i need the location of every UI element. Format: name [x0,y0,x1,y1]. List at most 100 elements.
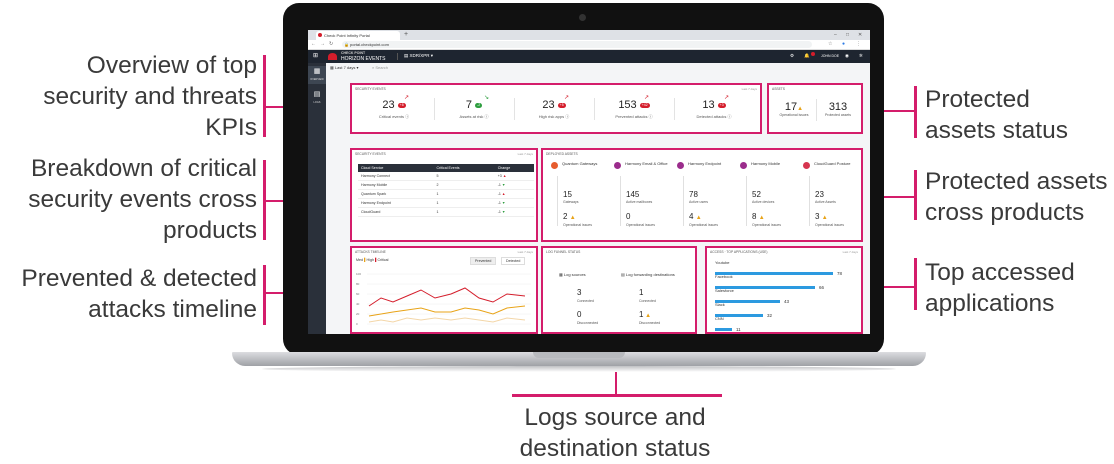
profile-icon[interactable]: ● [842,40,845,49]
avatar-icon[interactable]: ◉ [845,53,849,59]
table-row[interactable]: Harmony Connect 5 +3 ▲ [358,172,534,181]
trend-arrow-icon: ↗ [564,95,570,101]
table-row[interactable]: Harmony Mobile 2 -1 ▼ [358,180,534,190]
card-title: ACCESS · TOP APPLICATIONS (USE) [710,250,768,254]
issues-label: Operational issues [563,223,592,227]
close-icon[interactable]: ✕ [858,30,862,40]
bell-icon[interactable]: 🔔 [804,53,810,59]
user-name[interactable]: JOHN DOE [821,54,839,58]
change-cell: -1 ▼ [494,198,534,208]
product-count: 145 [626,190,640,199]
info-icon: ⓘ [484,114,489,119]
product-name: CloudGuard Posture [814,161,851,166]
kpi-tile[interactable]: ↗ 23 +5 High risk apps ⓘ [520,95,588,120]
trend-arrow-icon: ↘ [484,95,490,101]
y-axis: 100 80 60 40 20 0 [356,272,361,326]
product-icon [677,162,684,169]
browser-tab[interactable]: Check Point Infinity Portal [316,31,400,40]
kpi-tile[interactable]: ↗ 13 +3 Detected attacks ⓘ [680,95,748,120]
info-icon: ⓘ [565,114,570,119]
change-value: -1 [497,210,501,214]
minimize-icon[interactable]: – [834,30,837,40]
kpi-tile[interactable]: ↗ 23 +8 Critical events ⓘ [360,95,428,120]
events-cell: 1 [433,207,495,217]
log-sources-label: ▦ Log sources [559,272,586,277]
star-icon[interactable]: ☆ [828,40,832,49]
camera [579,14,586,21]
legend-critical[interactable]: Critical [378,258,389,262]
column-header[interactable]: Critical Events [433,164,495,172]
laptop-shadow [262,366,896,372]
app-switcher[interactable]: ▤ XDR/XPR ▾ [404,53,433,59]
kpi-tile[interactable]: ↗ 153 +42 Prevented attacks ⓘ [600,95,668,120]
divider [514,98,515,120]
forward-icon[interactable]: → [320,40,325,49]
log-dest-label: ▤ Log forwarding destinations [621,272,675,277]
time-range-dropdown[interactable]: ▦ Last 7 days ▾ [330,65,358,70]
tab-prevented[interactable]: Prevented [470,257,497,265]
product-count: 52 [752,190,761,199]
change-cell: -1 ▼ [494,207,534,217]
card-title: SECURITY EVENTS [355,87,386,91]
log-status-card: LOG FUNNEL STATUS ▦ Log sources ▤ Log fo… [541,246,697,334]
y-tick-label: 80 [356,282,360,286]
bracket-line [263,265,266,325]
product-count: 15 [563,190,572,199]
events-cell: 5 [433,172,495,181]
settings-icon[interactable]: ✲ [859,53,863,59]
divider [620,176,621,226]
menu-icon[interactable]: ⋮ [856,40,861,49]
sidebar-item-overview[interactable]: ▦ OVERVIEW [308,66,326,84]
log-dest-text: Log forwarding destinations [625,272,675,277]
kpi-tile[interactable]: ↘ 7 -2 Assets at risk ⓘ [440,95,508,120]
legend-med[interactable]: Med [356,258,363,262]
trend-icon: ▲ [501,192,506,196]
app-header: ⊞ CHECK POINT HORIZON EVENTS ▤ XDR/XPR ▾… [308,50,870,63]
back-icon[interactable]: ← [311,40,316,49]
tab-detected[interactable]: Detected [501,257,526,265]
column-header[interactable]: Change [494,164,534,172]
operational-issues-value: 17 [784,101,798,113]
gear-icon[interactable]: ⚙ [790,53,794,59]
callout-line: security events cross [28,186,257,213]
table-row[interactable]: Quantum Spark 1 -1 ▲ [358,189,534,199]
kpi-change-badge: +5 [557,102,566,108]
kpi-label: Prevented attacks [615,114,648,119]
new-tab-icon[interactable]: + [404,30,408,40]
trend-icon: ▼ [501,201,506,205]
search-input[interactable]: ⌕ Search [372,65,388,70]
table-row[interactable]: CloudGuard 1 -1 ▼ [358,207,534,217]
connected-label: Connected [577,299,594,303]
sidebar-item-logs[interactable]: ▤ LOGS [308,89,326,107]
reload-icon[interactable]: ↻ [329,40,333,49]
legend-high[interactable]: High [367,258,374,262]
table-row[interactable]: Harmony Endpoint 1 -1 ▼ [358,198,534,208]
kpi-label: High risk apps [538,114,565,119]
url-input[interactable]: 🔒 portal.checkpoint.com [342,41,812,48]
callout-line: Breakdown of critical [30,155,257,182]
operational-issues-stat[interactable]: 17▲ Operational issues [773,101,815,117]
events-cell: 1 [433,198,495,208]
kpi-change-badge: +42 [639,102,650,108]
callout-logs: Logs source and destination status [470,402,760,464]
kpi-value: 7 [465,99,472,111]
callout-line: assets status [925,117,1068,144]
security-events-card: SECURITY EVENTS Last 7 days ↗ 23 +8 Critic… [350,83,762,134]
protected-assets-stat[interactable]: 313 Protected assets [817,101,859,117]
maximize-icon[interactable]: □ [846,30,849,40]
issues-label: Operational issues [752,223,781,227]
app-row[interactable]: CNN 11 [715,316,861,332]
grid-icon: ▦ [313,68,321,75]
callout-line: Prevented & detected [21,265,257,292]
column-header[interactable]: Cloud Service [358,164,434,172]
kpi-change-badge: +8 [397,102,406,108]
protected-assets-value: 313 [828,101,848,113]
top-apps-card: ACCESS · TOP APPLICATIONS (USE) Last 7 d… [705,246,863,334]
callout-protected-status: Protected assets status [925,84,1114,146]
warning-icon: ▲ [643,313,652,319]
issues-value: 4 [689,212,694,221]
apps-menu-icon[interactable]: ⊞ [313,52,318,59]
warning-icon: ▲ [695,215,702,221]
kpi-change-badge: +3 [717,102,726,108]
product-icon [614,162,621,169]
